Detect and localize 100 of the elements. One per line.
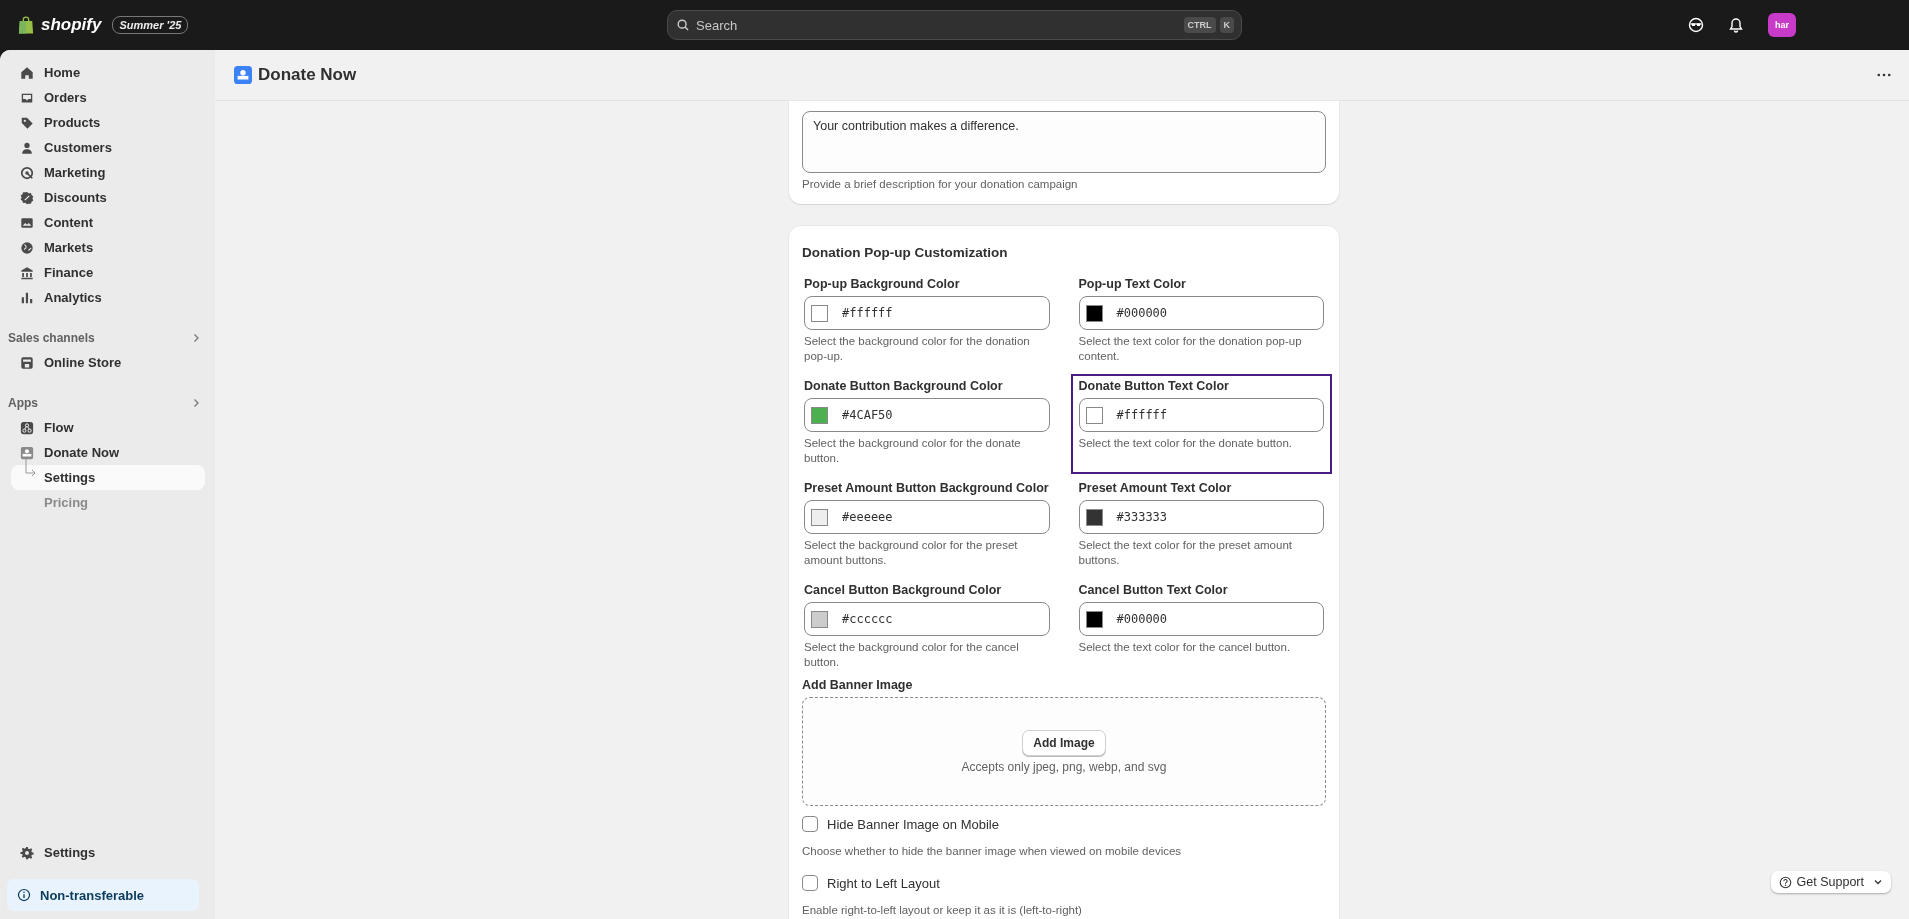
upload-dropzone[interactable]: Add Image Accepts only jpeg, png, webp, and svg bbox=[802, 697, 1326, 806]
bell-icon[interactable] bbox=[1728, 17, 1744, 33]
color-value[interactable]: #000000 bbox=[1116, 306, 1168, 320]
color-swatch[interactable] bbox=[811, 610, 828, 628]
field-label: Pop-up Text Color bbox=[1078, 277, 1187, 291]
color-field[interactable]: #cccccc bbox=[804, 602, 1050, 636]
help-icon bbox=[1778, 875, 1792, 889]
color-field[interactable]: #ffffff bbox=[804, 296, 1050, 330]
color-field[interactable]: #eeeeee bbox=[804, 500, 1050, 534]
field-label: Preset Amount Text Color bbox=[1078, 481, 1233, 495]
add-image-button[interactable]: Add Image bbox=[1022, 729, 1106, 756]
chevron-right-icon[interactable] bbox=[191, 333, 201, 343]
donation-box-icon bbox=[234, 66, 252, 84]
globe-icon bbox=[20, 240, 34, 255]
field-label: Donate Button Background Color bbox=[804, 379, 1004, 393]
nav-item[interactable]: Orders bbox=[0, 85, 205, 110]
color-swatch[interactable] bbox=[811, 304, 828, 322]
field-label: Donate Button Text Color bbox=[1078, 379, 1230, 393]
flow-icon bbox=[20, 420, 34, 435]
checkbox[interactable] bbox=[802, 875, 818, 891]
help-text: Select the background color for the donate button. bbox=[804, 436, 1022, 466]
checkbox-label[interactable]: Right to Left Layout bbox=[827, 875, 940, 891]
info-icon bbox=[17, 888, 31, 902]
color-value[interactable]: #ffffff bbox=[842, 306, 893, 320]
tag-icon bbox=[20, 115, 34, 130]
color-field[interactable]: #ffffff bbox=[1078, 398, 1324, 432]
section-title: Apps bbox=[8, 396, 38, 410]
help-text: Choose whether to hide the banner image when viewed on mobile devices bbox=[802, 844, 1183, 859]
shortcut-key: CTRL bbox=[1183, 17, 1216, 33]
color-value[interactable]: #4CAF50 bbox=[842, 408, 893, 422]
discount-icon bbox=[20, 190, 34, 205]
color-value[interactable]: #000000 bbox=[1116, 612, 1168, 626]
help-text: Provide a brief description for your donation campaign bbox=[802, 177, 1079, 192]
support-button[interactable]: Get Support bbox=[1770, 871, 1891, 893]
nav-item[interactable]: Settings bbox=[0, 840, 205, 865]
color-field[interactable]: #333333 bbox=[1078, 500, 1324, 534]
help-text: Select the text color for the donation pop-up content. bbox=[1078, 334, 1303, 364]
nav-item[interactable]: Analytics bbox=[0, 285, 205, 310]
glasses-face-icon[interactable] bbox=[1688, 17, 1704, 33]
home-icon bbox=[20, 65, 34, 80]
color-value[interactable]: #ffffff bbox=[1116, 408, 1168, 422]
target-icon bbox=[20, 165, 34, 180]
page-title: Donate Now bbox=[258, 65, 357, 85]
search-icon bbox=[676, 18, 690, 32]
help-text: Select the text color for the preset amount buttons. bbox=[1078, 538, 1293, 568]
color-field[interactable]: #4CAF50 bbox=[804, 398, 1050, 432]
color-swatch[interactable] bbox=[811, 406, 828, 424]
nav-item[interactable]: Home bbox=[0, 60, 205, 85]
color-value[interactable]: #333333 bbox=[1116, 510, 1168, 524]
nav-subitem[interactable]: Settings bbox=[11, 465, 205, 490]
upload-hint: Accepts only jpeg, png, webp, and svg bbox=[961, 759, 1167, 774]
field-label: Add Banner Image bbox=[802, 678, 914, 692]
checkbox-label[interactable]: Hide Banner Image on Mobile bbox=[827, 816, 999, 832]
chevron-down-icon bbox=[1873, 877, 1883, 887]
color-swatch[interactable] bbox=[1085, 610, 1103, 628]
color-field[interactable]: #000000 bbox=[1078, 296, 1324, 330]
color-swatch[interactable] bbox=[1085, 508, 1103, 526]
bank-icon bbox=[20, 265, 34, 280]
edition-badge: Summer '25 bbox=[112, 16, 189, 34]
description-field[interactable]: Your contribution makes a difference. bbox=[802, 111, 1326, 173]
bar-chart-icon bbox=[20, 290, 34, 305]
help-text: Select the text color for the cancel button. bbox=[1078, 640, 1292, 655]
donation-box-icon bbox=[20, 445, 34, 460]
color-swatch[interactable] bbox=[1085, 304, 1103, 322]
storefront-icon bbox=[20, 355, 34, 370]
color-value[interactable]: #eeeeee bbox=[842, 510, 893, 524]
color-swatch[interactable] bbox=[1085, 406, 1103, 424]
checkbox[interactable] bbox=[802, 816, 818, 832]
shopping-bag-logo-icon bbox=[18, 15, 34, 35]
field-label: Pop-up Background Color bbox=[804, 277, 961, 291]
nav-item[interactable]: Online Store bbox=[0, 350, 205, 375]
section-title: Sales channels bbox=[8, 331, 95, 345]
color-field[interactable]: #000000 bbox=[1078, 602, 1324, 636]
nav-item[interactable]: Donate Now bbox=[0, 440, 205, 465]
nav-item[interactable]: Content bbox=[0, 210, 205, 235]
nav-item[interactable]: Finance bbox=[0, 260, 205, 285]
nav-item[interactable]: Discounts bbox=[0, 185, 205, 210]
chevron-right-icon[interactable] bbox=[191, 398, 201, 408]
help-text: Select the background color for the preset amount buttons. bbox=[804, 538, 1019, 568]
nav-item[interactable]: Markets bbox=[0, 235, 205, 260]
field-label: Preset Amount Button Background Color bbox=[804, 481, 1050, 495]
color-value[interactable]: #cccccc bbox=[842, 612, 893, 626]
logo-text: shopify bbox=[41, 15, 102, 35]
card-title: Donation Pop-up Customization bbox=[802, 245, 1009, 260]
help-text: Select the background color for the donation pop-up. bbox=[804, 334, 1031, 364]
avatar[interactable]: har bbox=[1768, 13, 1796, 37]
field-label: Cancel Button Background Color bbox=[804, 583, 1003, 597]
nav-item[interactable]: Products bbox=[0, 110, 205, 135]
help-text: Select the text color for the donate button. bbox=[1078, 436, 1294, 451]
nav-item[interactable]: Marketing bbox=[0, 160, 205, 185]
field-label: Cancel Button Text Color bbox=[1078, 583, 1229, 597]
notice-text: Non-transferable bbox=[40, 887, 145, 903]
nav-item[interactable]: Flow bbox=[0, 415, 205, 440]
nav-item[interactable]: Customers bbox=[0, 135, 205, 160]
color-swatch[interactable] bbox=[811, 508, 828, 526]
help-text: Enable right-to-left layout or keep it as it is (left-to-right) bbox=[802, 903, 1083, 918]
person-icon bbox=[20, 140, 34, 155]
help-text: Select the background color for the cancel button. bbox=[804, 640, 1020, 670]
settings-icon bbox=[20, 845, 34, 860]
more-icon[interactable] bbox=[1877, 73, 1891, 77]
